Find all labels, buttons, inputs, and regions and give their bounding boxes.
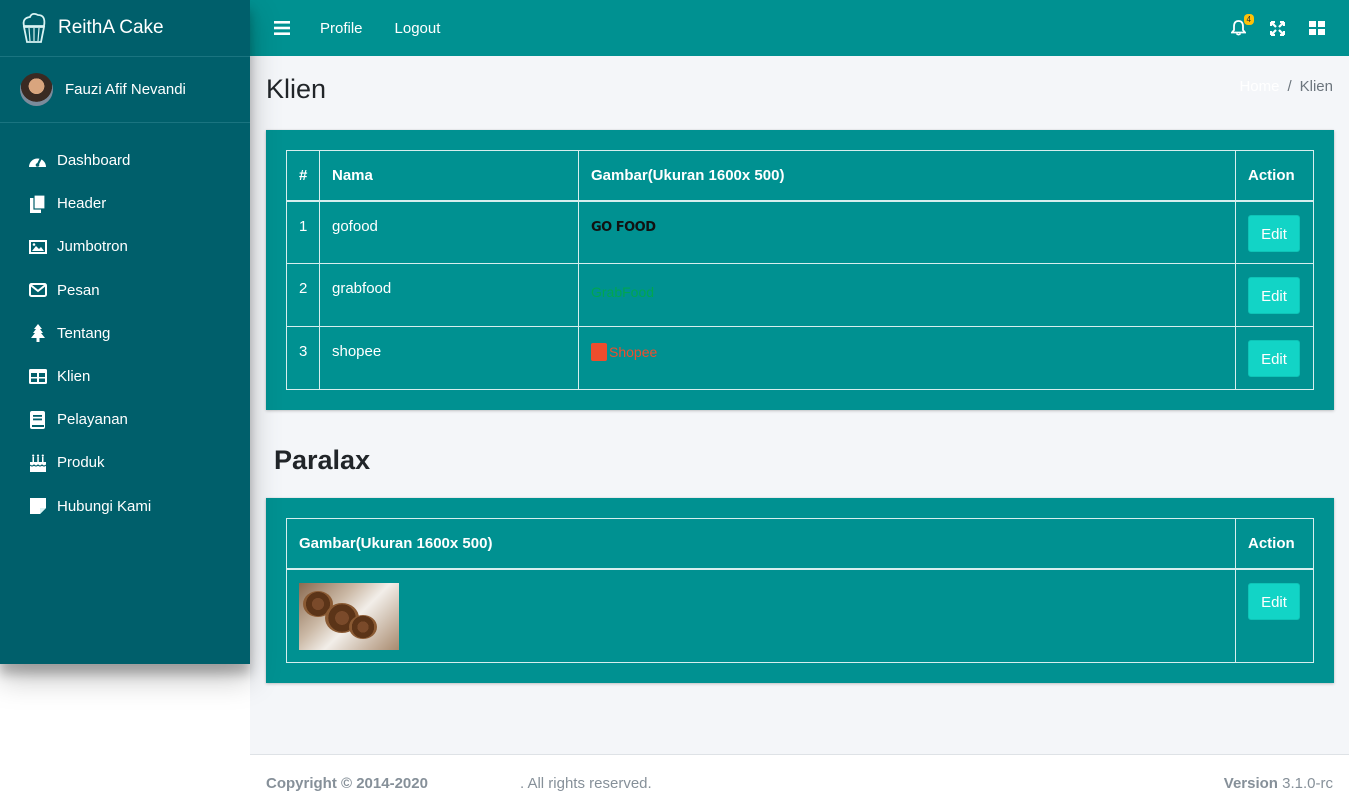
book-icon	[28, 410, 47, 429]
top-navbar: Profile Logout 4	[250, 0, 1349, 56]
column-header-gambar: Gambar(Ukuran 1600x 500)	[578, 150, 1236, 202]
table-row: 1 gofood GO FOOD Edit	[286, 200, 1314, 264]
sidebar-item-label: Pelayanan	[57, 411, 128, 429]
sidebar-item-dashboard[interactable]: Dashboard	[0, 139, 250, 182]
sidebar-item-label: Hubungi Kami	[57, 497, 152, 515]
row-logo-cell: GrabFood	[578, 263, 1236, 327]
notifications-button[interactable]: 4	[1231, 14, 1254, 36]
sidebar-item-header[interactable]: Header	[0, 182, 250, 225]
table-header-row: # Nama Gambar(Ukuran 1600x 500) Action	[286, 150, 1314, 202]
column-header-action: Action	[1235, 150, 1314, 202]
column-header-gambar: Gambar(Ukuran 1600x 500)	[286, 518, 1236, 570]
fullscreen-icon[interactable]	[1270, 20, 1285, 36]
sidebar: ReithA Cake Fauzi Afif Nevandi Dashboard…	[0, 0, 250, 664]
hamburger-menu-icon[interactable]	[274, 21, 290, 35]
footer-rights: . All rights reserved.	[519, 774, 652, 792]
breadcrumb: Home / Klien	[1239, 78, 1333, 95]
klien-table: # Nama Gambar(Ukuran 1600x 500) Action 1…	[286, 150, 1314, 390]
paralax-image	[299, 582, 399, 650]
user-name[interactable]: Fauzi Afif Nevandi	[65, 81, 186, 98]
row-logo-cell: GO FOOD	[578, 200, 1236, 264]
paralax-title: Paralax	[274, 445, 371, 475]
row-number: 2	[286, 263, 320, 327]
user-panel[interactable]: Fauzi Afif Nevandi	[0, 57, 250, 123]
shopee-logo: Shopee	[591, 343, 1223, 361]
table-header-row: Gambar(Ukuran 1600x 500) Action	[286, 518, 1314, 570]
edit-button[interactable]: Edit	[1248, 277, 1300, 314]
edit-button[interactable]: Edit	[1248, 214, 1300, 252]
logout-link[interactable]: Logout	[395, 20, 441, 37]
sidebar-item-label: Header	[57, 195, 107, 213]
breadcrumb-home-link[interactable]: Home	[1239, 78, 1279, 95]
tachometer-icon	[28, 152, 47, 170]
page-title: Klien	[266, 74, 327, 104]
sidebar-item-label: Tentang	[57, 324, 111, 342]
avatar	[20, 73, 53, 106]
copy-icon	[28, 194, 47, 213]
column-header-nama: Nama	[319, 150, 579, 202]
sidebar-item-label: Klien	[57, 368, 91, 386]
sidebar-item-pelayanan[interactable]: Pelayanan	[0, 398, 250, 441]
footer-version-value: 3.1.0-rc	[1282, 774, 1333, 792]
birthday-cake-icon	[28, 454, 47, 472]
content-wrapper: Klien Home / Klien # Nama Gambar(Ukuran …	[250, 56, 1349, 754]
sidebar-item-label: Dashboard	[57, 152, 131, 170]
gofood-logo: GO FOOD	[591, 219, 656, 235]
tree-icon	[28, 324, 47, 343]
row-name: gofood	[319, 200, 579, 264]
table-row: Edit	[286, 568, 1314, 663]
sidebar-background	[0, 664, 250, 811]
column-header-number: #	[286, 150, 320, 202]
paralax-table: Gambar(Ukuran 1600x 500) Action Edit	[286, 518, 1314, 663]
footer-version-label: Version	[1223, 774, 1278, 792]
sidebar-item-klien[interactable]: Klien	[0, 355, 250, 398]
row-logo-cell: Shopee	[578, 326, 1236, 390]
row-image-cell	[286, 568, 1236, 663]
row-name: shopee	[319, 326, 579, 390]
row-action-cell: Edit	[1235, 263, 1314, 327]
edit-button[interactable]: Edit	[1248, 582, 1300, 620]
cupcake-icon	[22, 12, 46, 43]
grabfood-logo: GrabFood	[591, 284, 655, 300]
sidebar-item-label: Produk	[57, 454, 105, 472]
breadcrumb-current: Klien	[1299, 78, 1333, 95]
breadcrumb-separator: /	[1287, 78, 1292, 95]
shopping-bag-icon	[591, 343, 607, 361]
control-sidebar-icon[interactable]	[1309, 21, 1325, 35]
sidebar-item-jumbotron[interactable]: Jumbotron	[0, 225, 250, 268]
image-icon	[28, 238, 47, 256]
table-row: 2 grabfood GrabFood Edit	[286, 263, 1314, 327]
row-number: 1	[286, 200, 320, 264]
footer-copyright: Copyright © 2014-2020	[266, 774, 428, 792]
profile-link[interactable]: Profile	[320, 20, 363, 37]
notification-badge: 4	[1243, 14, 1254, 25]
edit-button[interactable]: Edit	[1248, 340, 1300, 377]
shopee-logo-text: Shopee	[609, 344, 658, 360]
row-action-cell: Edit	[1235, 200, 1314, 264]
brand-link[interactable]: ReithA Cake	[0, 0, 250, 57]
table-icon	[28, 368, 47, 386]
table-row: 3 shopee Shopee Edit	[286, 326, 1314, 390]
sidebar-item-label: Pesan	[57, 281, 100, 299]
column-header-action: Action	[1235, 518, 1314, 570]
brand-name: ReithA Cake	[58, 17, 164, 38]
sticky-note-icon	[28, 497, 47, 515]
sidebar-item-hubungi-kami[interactable]: Hubungi Kami	[0, 485, 250, 528]
klien-card: # Nama Gambar(Ukuran 1600x 500) Action 1…	[266, 130, 1334, 410]
footer: Copyright © 2014-2020 . All rights reser…	[250, 754, 1349, 811]
cookie	[349, 614, 377, 639]
row-number: 3	[286, 326, 320, 390]
row-name: grabfood	[319, 263, 579, 327]
envelope-icon	[28, 281, 47, 299]
sidebar-item-produk[interactable]: Produk	[0, 441, 250, 484]
row-action-cell: Edit	[1235, 568, 1314, 663]
paralax-card: Gambar(Ukuran 1600x 500) Action Edit	[266, 498, 1334, 683]
row-action-cell: Edit	[1235, 326, 1314, 390]
sidebar-item-label: Jumbotron	[57, 238, 128, 256]
sidebar-nav: Dashboard Header Jumbotron Pesan Tentang	[0, 123, 250, 528]
sidebar-item-pesan[interactable]: Pesan	[0, 269, 250, 312]
footer-version: Version 3.1.0-rc	[1224, 775, 1333, 792]
sidebar-item-tentang[interactable]: Tentang	[0, 312, 250, 355]
